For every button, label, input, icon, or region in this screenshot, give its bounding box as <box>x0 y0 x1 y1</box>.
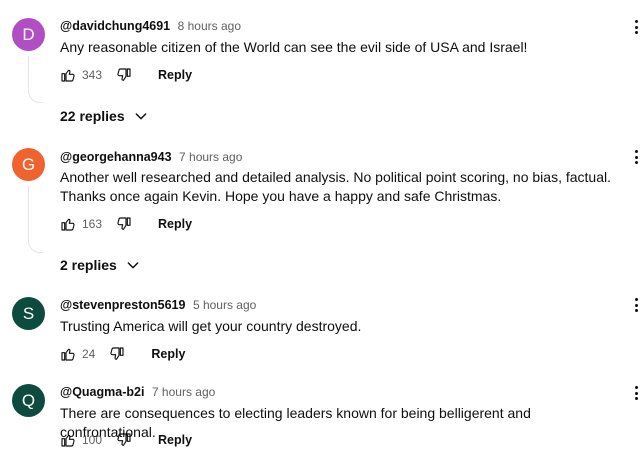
view-replies-button[interactable]: 22 replies <box>60 108 149 124</box>
reply-button[interactable]: Reply <box>158 217 192 231</box>
thumbs-down-icon[interactable] <box>116 67 132 83</box>
view-replies-button[interactable]: 2 replies <box>60 257 141 273</box>
avatar[interactable]: S <box>12 297 45 330</box>
comment-actions: 24 Reply <box>60 343 185 365</box>
like-count: 24 <box>82 347 96 361</box>
comment-actions: 100 Reply <box>60 429 192 451</box>
timestamp[interactable]: 8 hours ago <box>178 19 241 33</box>
chevron-down-icon <box>125 257 141 273</box>
reply-button[interactable]: Reply <box>158 68 192 82</box>
like-count: 343 <box>82 68 103 82</box>
more-vert-icon[interactable] <box>635 298 639 315</box>
reply-button[interactable]: Reply <box>158 433 192 447</box>
reply-button[interactable]: Reply <box>151 347 185 361</box>
comment-actions: 163 Reply <box>60 213 192 235</box>
author-name[interactable]: @stevenpreston5619 <box>60 298 185 312</box>
comment-header: @davidchung4691 8 hours ago <box>60 19 241 33</box>
avatar[interactable]: G <box>12 148 45 181</box>
thread-line <box>28 56 43 103</box>
timestamp[interactable]: 7 hours ago <box>152 385 215 399</box>
thumbs-down-icon[interactable] <box>116 216 132 232</box>
comment-text: Trusting America will get your country d… <box>60 318 362 334</box>
thumbs-up-icon[interactable] <box>60 346 76 362</box>
like-count: 163 <box>82 217 103 231</box>
author-name[interactable]: @georgehanna943 <box>60 150 172 164</box>
comment-header: @Quagma-b2i 7 hours ago <box>60 385 215 399</box>
chevron-down-icon <box>133 108 149 124</box>
avatar[interactable]: Q <box>12 384 45 417</box>
replies-label: 2 replies <box>60 257 117 273</box>
more-vert-icon[interactable] <box>635 386 639 403</box>
like-count: 100 <box>82 433 103 447</box>
avatar[interactable]: D <box>12 18 45 51</box>
comment-text: Any reasonable citizen of the World can … <box>60 39 528 55</box>
replies-label: 22 replies <box>60 108 125 124</box>
thumbs-up-icon[interactable] <box>60 432 76 448</box>
author-name[interactable]: @Quagma-b2i <box>60 385 144 399</box>
comment-header: @georgehanna943 7 hours ago <box>60 150 242 164</box>
more-vert-icon[interactable] <box>635 150 639 167</box>
thumbs-up-icon[interactable] <box>60 216 76 232</box>
author-name[interactable]: @davidchung4691 <box>60 19 170 33</box>
comment-actions: 343 Reply <box>60 64 192 86</box>
thumbs-down-icon[interactable] <box>116 432 132 448</box>
timestamp[interactable]: 5 hours ago <box>193 298 256 312</box>
thumbs-down-icon[interactable] <box>109 346 125 362</box>
comment-text: Another well researched and detailed ana… <box>60 169 611 204</box>
timestamp[interactable]: 7 hours ago <box>179 150 242 164</box>
thread-line <box>28 186 43 253</box>
comment-header: @stevenpreston5619 5 hours ago <box>60 298 256 312</box>
thumbs-up-icon[interactable] <box>60 67 76 83</box>
more-vert-icon[interactable] <box>635 20 639 37</box>
